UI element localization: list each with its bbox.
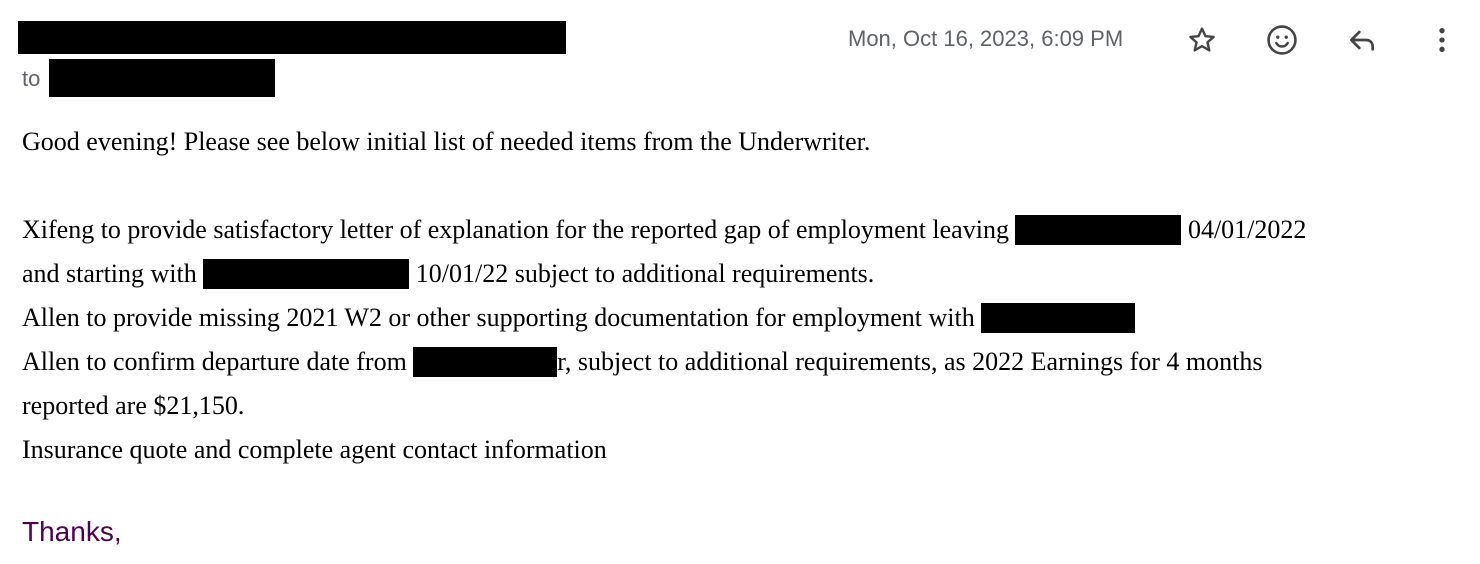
item1-text-a: Xifeng to provide satisfactory letter of…	[22, 215, 1009, 244]
item4-line: Insurance quote and complete agent conta…	[22, 435, 607, 464]
greeting-line: Good evening! Please see below initial l…	[22, 127, 871, 156]
star-icon[interactable]	[1184, 22, 1220, 58]
email-message: Mon, Oct 16, 2023, 6:09 PM to Good eveni…	[0, 0, 1480, 564]
item1-line1: Xifeng to provide satisfactory letter of…	[22, 208, 1462, 252]
redacted-employer-3	[981, 303, 1136, 333]
item1-text-d: 10/01/22 subject to additional requireme…	[409, 259, 875, 288]
to-label: to	[22, 66, 41, 91]
item3-line1: Allen to confirm departure date from r, …	[22, 340, 1462, 384]
item3-text-a: Allen to confirm departure date from	[22, 347, 407, 376]
more-vert-icon[interactable]	[1424, 22, 1460, 58]
item2-text: Allen to provide missing 2021 W2 or othe…	[22, 303, 975, 332]
item1-line2: and starting with 10/01/22 subject to ad…	[22, 252, 1462, 296]
reply-icon[interactable]	[1344, 22, 1380, 58]
item2-line: Allen to provide missing 2021 W2 or othe…	[22, 296, 1462, 340]
item3-text-b: r, subject to additional requirements, a…	[557, 347, 1263, 376]
redacted-sender	[18, 21, 566, 54]
email-timestamp: Mon, Oct 16, 2023, 6:09 PM	[848, 26, 1124, 51]
redacted-employer-1	[1015, 215, 1182, 245]
emoji-icon[interactable]	[1264, 22, 1300, 58]
redacted-employer-4	[413, 347, 558, 377]
item1-text-c: and starting with	[22, 259, 197, 288]
item3-line2: reported are $21,150.	[22, 391, 245, 420]
redacted-recipient	[49, 59, 275, 97]
redacted-employer-2	[203, 259, 410, 289]
signature-thanks: Thanks,	[22, 516, 122, 547]
item1-date: 04/01/2022	[1181, 215, 1307, 244]
email-body: Good evening! Please see below initial l…	[22, 120, 1462, 472]
